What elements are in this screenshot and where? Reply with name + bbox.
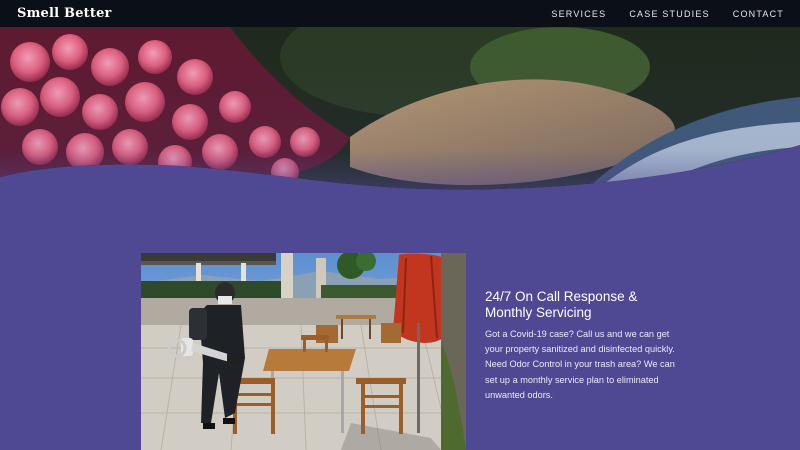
service-text: 24/7 On Call Response & Monthly Servicin… bbox=[485, 289, 685, 403]
service-title: 24/7 On Call Response & Monthly Servicin… bbox=[485, 289, 638, 320]
service-photo bbox=[141, 253, 466, 450]
top-nav: Smell Better SERVICES CASE STUDIES CONTA… bbox=[0, 0, 800, 27]
logo[interactable]: Smell Better bbox=[17, 6, 112, 21]
nav-link-contact[interactable]: CONTACT bbox=[733, 9, 784, 19]
hero-image bbox=[0, 27, 800, 217]
service-description: Got a Covid-19 case? Call us and we can … bbox=[485, 329, 675, 400]
nav-link-services[interactable]: SERVICES bbox=[551, 9, 606, 19]
nav-link-case-studies[interactable]: CASE STUDIES bbox=[629, 9, 709, 19]
nav-links: SERVICES CASE STUDIES CONTACT bbox=[551, 9, 784, 19]
